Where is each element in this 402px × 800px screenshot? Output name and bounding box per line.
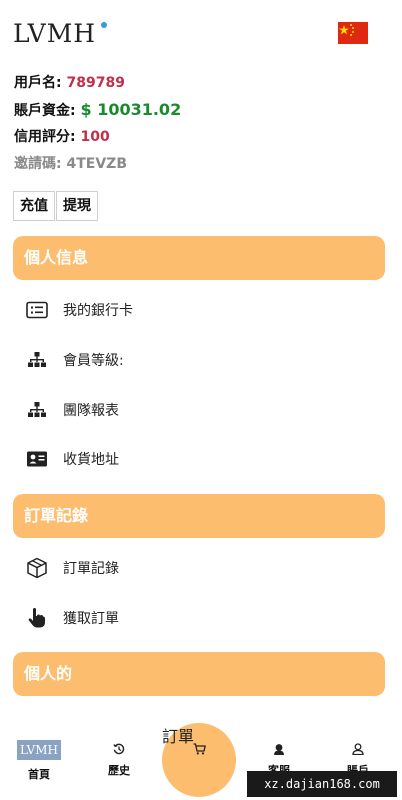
invite-row: 邀請碼: 4TEVZB: [14, 153, 394, 180]
bank-card-icon: [25, 298, 49, 322]
address-card-icon: [25, 447, 49, 471]
section-personal: 個人的: [13, 652, 385, 696]
menu-item-member-level[interactable]: 會員等級:: [13, 340, 385, 380]
headset-icon: [274, 744, 284, 755]
box-icon: [25, 556, 49, 580]
china-flag-icon[interactable]: [338, 22, 368, 44]
menu-item-bank-card[interactable]: 我的銀行卡: [13, 290, 385, 330]
username-row: 用戶名: 789789: [14, 72, 394, 99]
recharge-button[interactable]: 充值: [13, 191, 55, 221]
credit-value: 100: [80, 129, 110, 145]
username-label: 用戶名:: [14, 75, 62, 91]
balance-label: 賬戶資金:: [14, 103, 76, 119]
nav-home[interactable]: LVMH 首頁: [9, 732, 69, 800]
nav-history[interactable]: 歷史: [89, 732, 149, 800]
history-icon: [113, 743, 125, 755]
menu-item-label: 我的銀行卡: [63, 303, 133, 319]
cart-icon: [193, 743, 206, 755]
menu-item-label: 團隊報表: [63, 403, 119, 419]
menu-item-team-report[interactable]: 團隊報表: [13, 390, 385, 430]
watermark: xz.dajian168.com: [247, 771, 397, 797]
header: LVMH: [0, 0, 402, 64]
menu-item-label: 訂單記錄: [63, 561, 119, 577]
brand-logo-thumbnail: LVMH: [17, 740, 61, 760]
credit-row: 信用評分: 100: [14, 126, 394, 153]
username-value: 789789: [66, 75, 125, 91]
account-info: 用戶名: 789789 賬戶資金: $ 10031.02 信用評分: 100 邀…: [14, 72, 394, 180]
menu-item-label: 會員等級:: [63, 353, 124, 369]
invite-label: 邀請碼:: [14, 156, 62, 172]
menu-item-label: 收貨地址: [63, 452, 119, 468]
pointer-hand-icon: [25, 606, 49, 630]
hierarchy-icon: [25, 348, 49, 372]
nav-home-label: 首頁: [28, 768, 50, 781]
section-order-records: 訂單記錄: [13, 494, 385, 538]
menu-item-get-order[interactable]: 獲取訂單: [13, 598, 385, 638]
balance-value: $ 10031.02: [80, 100, 182, 119]
menu-item-label: 獲取訂單: [63, 611, 119, 627]
user-icon: [352, 743, 364, 755]
hierarchy-icon: [25, 398, 49, 422]
logo-dot: [101, 22, 107, 28]
brand-logo[interactable]: LVMH: [13, 19, 96, 48]
action-buttons: 充值 提現: [13, 191, 98, 221]
nav-history-label: 歷史: [108, 764, 130, 777]
balance-row: 賬戶資金: $ 10031.02: [14, 99, 394, 126]
credit-label: 信用評分:: [14, 129, 76, 145]
nav-order[interactable]: 訂單: [162, 723, 236, 797]
menu-item-order-records[interactable]: 訂單記錄: [13, 548, 385, 588]
invite-value: 4TEVZB: [66, 156, 127, 172]
menu-item-address[interactable]: 收貨地址: [13, 439, 385, 479]
withdraw-button[interactable]: 提現: [56, 191, 98, 221]
section-personal-info: 個人信息: [13, 236, 385, 280]
